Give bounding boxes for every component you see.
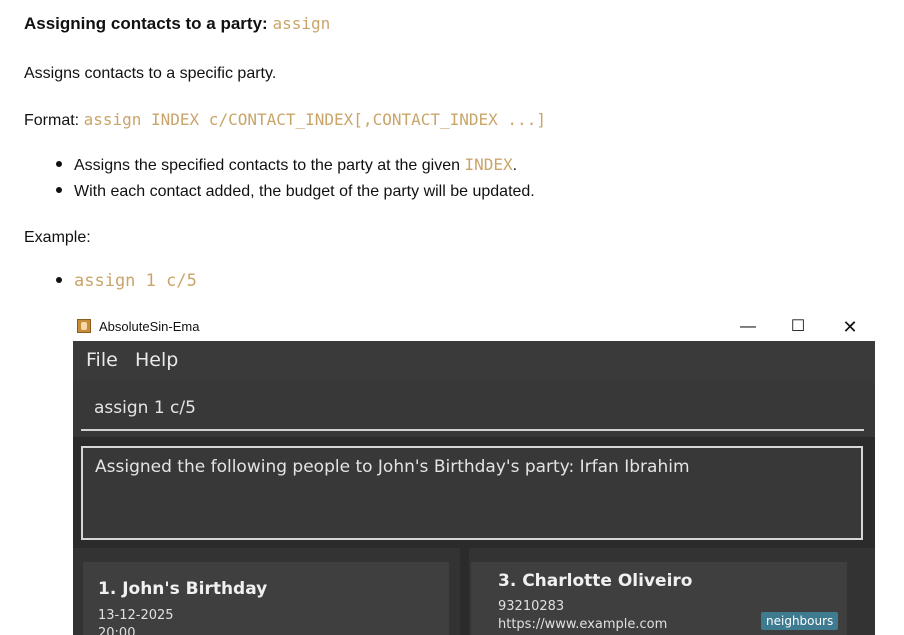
- party-list-panel: 1. John's Birthday 13-12-2025 20:00: [73, 548, 460, 635]
- heading-command-code: assign: [272, 14, 331, 33]
- minimize-icon[interactable]: —: [728, 315, 768, 339]
- command-underline: [81, 429, 864, 431]
- app-window-screenshot: AbsoluteSin-Ema — ☐ ✕ File Help assign 1…: [73, 313, 875, 635]
- example-label: Example:: [24, 229, 91, 246]
- bullet-icon: [56, 276, 62, 283]
- contact-website: https://www.example.com: [498, 617, 668, 632]
- maximize-icon[interactable]: ☐: [778, 315, 818, 339]
- party-time: 20:00: [98, 626, 136, 635]
- heading-text: Assigning contacts to a party:: [24, 14, 268, 33]
- section-heading: Assigning contacts to a party: assign: [24, 14, 330, 34]
- format-label: Format:: [24, 112, 80, 129]
- notes-list: Assigns the specified contacts to the pa…: [56, 155, 535, 211]
- command-box[interactable]: assign 1 c/5: [73, 381, 875, 437]
- party-card[interactable]: 1. John's Birthday 13-12-2025 20:00: [83, 562, 449, 635]
- menu-help[interactable]: Help: [135, 349, 178, 371]
- contact-card[interactable]: 3. Charlotte Oliveiro 93210283 https://w…: [471, 562, 847, 635]
- description: Assigns contacts to a specific party.: [24, 65, 277, 82]
- bullet-text: Assigns the specified contacts to the pa…: [74, 157, 465, 174]
- command-input[interactable]: assign 1 c/5: [94, 398, 196, 418]
- bullet-text: With each contact added, the budget of t…: [74, 183, 535, 200]
- bullet-icon: [56, 186, 62, 193]
- party-name: 1. John's Birthday: [98, 579, 268, 599]
- party-date: 13-12-2025: [98, 608, 174, 623]
- result-text: Assigned the following people to John's …: [95, 457, 690, 477]
- contact-tag: neighbours: [761, 612, 839, 630]
- close-icon[interactable]: ✕: [830, 315, 870, 339]
- list-item: With each contact added, the budget of t…: [56, 183, 535, 211]
- contact-name: 3. Charlotte Oliveiro: [498, 571, 693, 591]
- menu-file[interactable]: File: [86, 349, 118, 371]
- example-code: assign 1 c/5: [74, 271, 197, 291]
- window-titlebar: AbsoluteSin-Ema — ☐ ✕: [73, 313, 875, 341]
- format-code: assign INDEX c/CONTACT_INDEX[,CONTACT_IN…: [83, 110, 546, 129]
- contact-list-panel: 3. Charlotte Oliveiro 93210283 https://w…: [469, 548, 875, 635]
- list-item: assign 1 c/5: [56, 271, 197, 291]
- example-list: assign 1 c/5: [56, 271, 197, 291]
- list-item: Assigns the specified contacts to the pa…: [56, 155, 535, 183]
- format-line: Format: assign INDEX c/CONTACT_INDEX[,CO…: [24, 110, 546, 130]
- bullet-text-end: .: [512, 157, 518, 174]
- inline-code: INDEX: [464, 155, 513, 174]
- result-display: Assigned the following people to John's …: [81, 446, 863, 540]
- window-title: AbsoluteSin-Ema: [99, 319, 200, 334]
- contact-phone: 93210283: [498, 599, 565, 614]
- bullet-icon: [56, 160, 62, 167]
- menu-bar: File Help: [73, 341, 875, 381]
- app-icon: [77, 319, 91, 333]
